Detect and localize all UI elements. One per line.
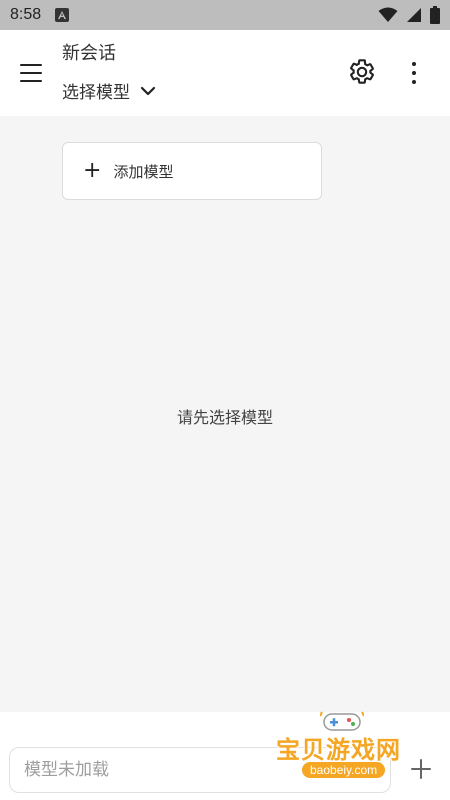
model-select-label: 选择模型 [62,83,130,103]
status-icons [378,6,440,24]
signal-icon [407,8,421,22]
add-model-label: 添加模型 [113,162,174,181]
watermark-logo: 宝贝游戏网 baobeiy.com [272,706,412,784]
status-bar: 8:58 [0,0,450,30]
main-content: + 添加模型 请先选择模型 [0,116,450,712]
watermark-url: baobeiy.com [302,762,386,778]
wifi-icon [378,7,398,22]
plus-icon: + [83,158,102,183]
empty-state-hint: 请先选择模型 [176,408,273,427]
model-select-dropdown[interactable]: 选择模型 [62,78,156,103]
gear-icon[interactable] [348,58,376,86]
battery-icon [430,6,440,24]
more-vertical-icon[interactable] [404,60,424,86]
page-title: 新会话 [62,43,116,64]
add-model-button[interactable]: + 添加模型 [62,142,322,200]
status-time: 8:58 [10,6,42,23]
menu-icon[interactable] [18,60,44,86]
chevron-down-icon [140,86,156,95]
app-bar: 新会话 选择模型 [0,30,450,116]
watermark-text: 宝贝游戏网 [276,736,401,764]
add-attachment-icon[interactable] [409,757,433,781]
a-icon [55,8,70,22]
